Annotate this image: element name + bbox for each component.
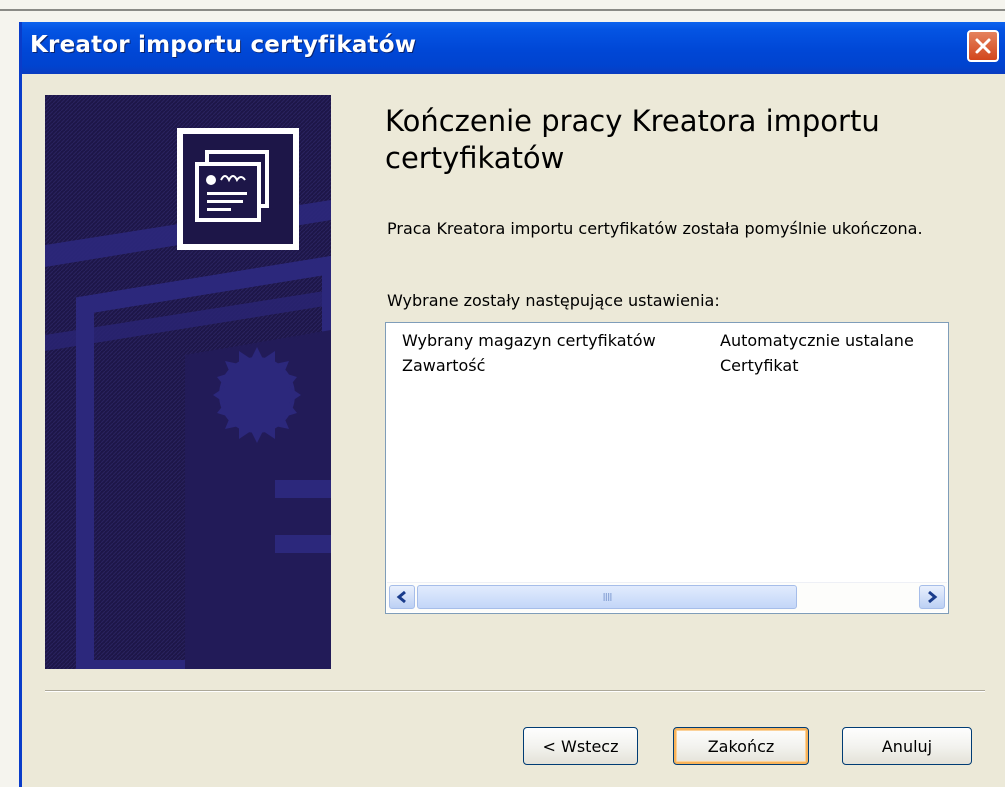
- button-separator: [45, 690, 985, 692]
- window-left-frame: [0, 22, 22, 787]
- close-icon: [975, 38, 991, 54]
- completion-message: Praca Kreatora importu certyfikatów zost…: [387, 219, 923, 238]
- scroll-left-button[interactable]: [389, 585, 415, 609]
- scrollbar-thumb[interactable]: IIII: [417, 585, 797, 609]
- chevron-left-icon: [396, 590, 406, 604]
- certificate-icon: [177, 128, 299, 250]
- cancel-button[interactable]: Anuluj: [842, 727, 972, 765]
- wizard-side-graphic: [45, 95, 331, 669]
- setting-name: Wybrany magazyn certyfikatów: [402, 331, 656, 350]
- background-divider: [0, 9, 1005, 11]
- setting-value: Automatycznie ustalane: [720, 331, 914, 350]
- seal-icon: [213, 347, 301, 443]
- certificate-wizard-graphic: [45, 95, 331, 669]
- window-left-border: [19, 22, 22, 787]
- setting-name: Zawartość: [402, 356, 486, 375]
- chevron-right-icon: [928, 590, 938, 604]
- page-heading: Kończenie pracy Kreatora importu certyfi…: [385, 104, 880, 175]
- title-bar[interactable]: Kreator importu certyfikatów: [22, 22, 1005, 74]
- settings-label: Wybrane zostały następujące ustawienia:: [387, 291, 720, 310]
- background-window-strip: [0, 0, 1005, 22]
- setting-value: Certyfikat: [720, 356, 799, 375]
- finish-button[interactable]: Zakończ: [673, 727, 809, 765]
- settings-list[interactable]: Wybrany magazyn certyfikatów Automatyczn…: [385, 322, 949, 614]
- close-button[interactable]: [967, 30, 999, 62]
- window-title: Kreator importu certyfikatów: [30, 32, 417, 58]
- scrollbar-grip: IIII: [602, 590, 613, 604]
- scroll-right-button[interactable]: [919, 585, 945, 609]
- back-button[interactable]: < Wstecz: [523, 727, 638, 765]
- horizontal-scrollbar[interactable]: IIII: [387, 582, 947, 612]
